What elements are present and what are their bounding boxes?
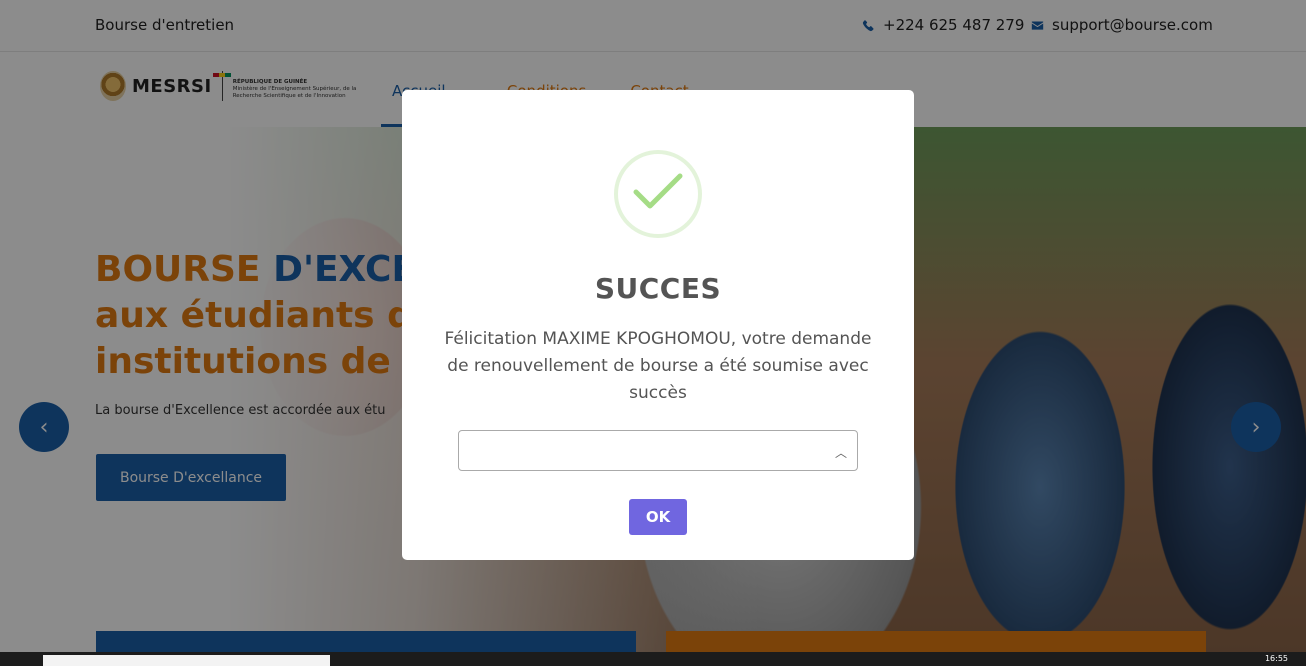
dialog-message: Félicitation MAXIME KPOGHOMOU, votre dem… (444, 329, 872, 403)
checkmark-icon (633, 173, 683, 209)
dialog-select[interactable]: ︿ (458, 430, 858, 471)
taskbar-search[interactable] (43, 655, 330, 666)
chevron-up-icon: ︿ (834, 446, 847, 460)
ok-button[interactable]: OK (629, 499, 687, 535)
taskbar-clock: 16:55 (1264, 654, 1288, 663)
os-taskbar: 16:55 (0, 652, 1306, 666)
success-check-icon (614, 150, 702, 238)
success-dialog: SUCCES Félicitation MAXIME KPOGHOMOU, vo… (402, 90, 914, 560)
dialog-title: SUCCES (594, 272, 722, 305)
